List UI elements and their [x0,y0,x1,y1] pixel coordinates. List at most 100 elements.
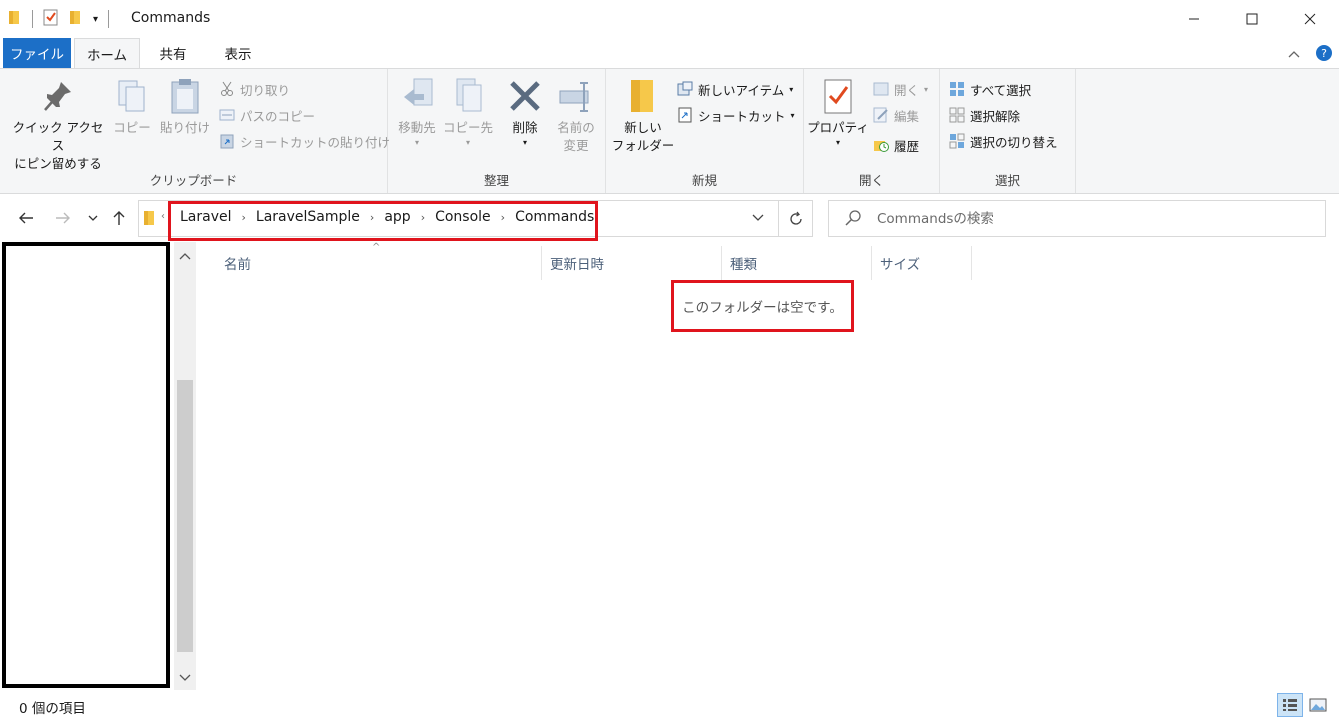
pin-icon [40,77,76,115]
new-folder-icon [625,77,661,115]
shortcut-button[interactable]: ショートカット ▾ [676,103,795,127]
up-button[interactable] [108,207,130,229]
recent-locations-button[interactable] [84,207,102,229]
properties-icon [820,77,856,115]
scroll-down-icon[interactable] [174,668,196,688]
navigation-pane-scrollbar[interactable] [174,242,196,690]
address-history-dropdown[interactable] [748,208,768,228]
chevron-right-icon[interactable]: › [364,211,380,224]
invert-selection-icon [948,133,965,150]
properties-button[interactable]: プロパティ ▾ [806,77,870,149]
select-all-icon [948,81,965,98]
close-button[interactable] [1281,0,1339,38]
breadcrumb-item-laravelsample[interactable]: LaravelSample [252,209,364,225]
tab-home[interactable]: ホーム [74,38,140,69]
properties-icon[interactable] [43,8,59,30]
paste-shortcut-button[interactable]: ショートカットの貼り付け [218,129,390,153]
scroll-up-icon[interactable] [174,246,196,266]
breadcrumb-item-laravel[interactable]: Laravel [176,209,236,225]
collapse-ribbon-icon[interactable] [1287,48,1301,63]
edit-button[interactable]: 編集 [872,103,919,127]
delete-x-icon [507,77,543,115]
open-button[interactable]: 開く ▾ [872,77,928,101]
ribbon: クイック アクセス にピン留めする コピー 貼り付け 切り取り パスのコピー シ… [0,68,1339,194]
maximize-button[interactable] [1223,0,1281,38]
window-controls [1165,0,1339,38]
copy-path-button[interactable]: パスのコピー [218,103,315,127]
copy-to-label: コピー先 [442,120,493,135]
back-button[interactable] [15,207,37,229]
move-to-button[interactable]: 移動先 ▾ [392,77,442,149]
new-group-label: 新規 [691,173,717,188]
paste-button[interactable]: 貼り付け [158,77,212,137]
cut-label: 切り取り [240,82,291,98]
move-to-label: 移動先 [398,120,436,135]
column-header-type[interactable]: 種類 [722,246,872,280]
folder-icon [8,9,22,29]
breadcrumb-item-console[interactable]: Console [431,209,495,225]
title-bar: ▾ Commands [0,0,1339,38]
pin-to-quick-access-button[interactable]: クイック アクセス にピン留めする [8,77,108,173]
column-header-name[interactable]: 名前 [216,246,542,280]
chevron-right-icon[interactable]: › [236,211,252,224]
copy-button[interactable]: コピー [110,77,154,137]
breadcrumb: Laravel › LaravelSample › app › Console … [176,209,598,225]
new-folder-label-line1: 新しい [624,120,662,135]
new-item-button[interactable]: 新しいアイテム ▾ [676,77,793,101]
divider [32,10,33,28]
new-item-dropdown-icon: ▾ [789,84,794,94]
minimize-button[interactable] [1165,0,1223,38]
column-header-date-modified[interactable]: 更新日時 [542,246,722,280]
view-toggle [1277,693,1331,717]
copy-to-icon [450,77,486,115]
open-dropdown-icon: ▾ [924,84,929,94]
details-view-button[interactable] [1277,693,1303,717]
invert-selection-label: 選択の切り替え [970,134,1058,150]
breadcrumb-item-commands[interactable]: Commands [511,209,598,225]
copy-path-label: パスのコピー [240,108,316,124]
copy-to-button[interactable]: コピー先 ▾ [442,77,494,149]
paste-icon [167,77,203,115]
customize-dropdown-icon[interactable]: ▾ [93,14,98,25]
chevron-right-icon[interactable]: › [415,211,431,224]
move-to-dropdown-icon: ▾ [414,138,419,148]
paste-shortcut-icon [218,133,235,150]
overflow-chevron-icon[interactable]: ‹ [161,211,165,222]
select-all-button[interactable]: すべて選択 [948,77,1031,101]
delete-button[interactable]: 削除 ▾ [502,77,548,149]
folder-icon [143,210,155,230]
rename-button[interactable]: 名前の 変更 [550,77,602,155]
breadcrumb-item-app[interactable]: app [380,209,414,225]
large-icons-view-icon [1309,698,1327,712]
forward-button[interactable] [52,207,74,229]
select-group: すべて選択 選択解除 選択の切り替え 選択 [940,69,1076,193]
history-button[interactable]: 履歴 [872,133,919,157]
help-icon[interactable]: ? [1315,44,1333,66]
divider [108,10,110,28]
column-header-size[interactable]: サイズ [872,246,972,280]
scrollbar-thumb[interactable] [177,380,193,652]
search-input[interactable] [877,207,1307,231]
edit-icon [872,107,889,124]
large-icons-view-button[interactable] [1305,693,1331,717]
navigation-pane[interactable] [2,242,170,688]
new-folder-button[interactable]: 新しい フォルダー [610,77,676,155]
quick-access-toolbar: ▾ [8,8,110,30]
pin-label-line1: クイック アクセス [12,120,104,154]
history-label: 履歴 [894,138,920,154]
refresh-button[interactable] [779,200,813,237]
cut-button[interactable]: 切り取り [218,77,290,101]
tab-file[interactable]: ファイル [3,38,71,68]
refresh-icon [789,211,802,225]
tab-share[interactable]: 共有 [145,38,201,68]
move-to-icon [399,77,435,115]
tab-view[interactable]: 表示 [210,38,266,68]
file-list[interactable]: ^ 名前 更新日時 種類 サイズ このフォルダーは空です。 [200,242,1339,690]
rename-label-line1: 名前の [557,120,595,135]
invert-selection-button[interactable]: 選択の切り替え [948,129,1058,153]
clipboard-group: クイック アクセス にピン留めする コピー 貼り付け 切り取り パスのコピー シ… [0,69,390,193]
chevron-right-icon[interactable]: › [495,211,511,224]
open-label: 開く [894,82,920,98]
new-folder-icon[interactable] [69,9,83,29]
select-none-button[interactable]: 選択解除 [948,103,1020,127]
